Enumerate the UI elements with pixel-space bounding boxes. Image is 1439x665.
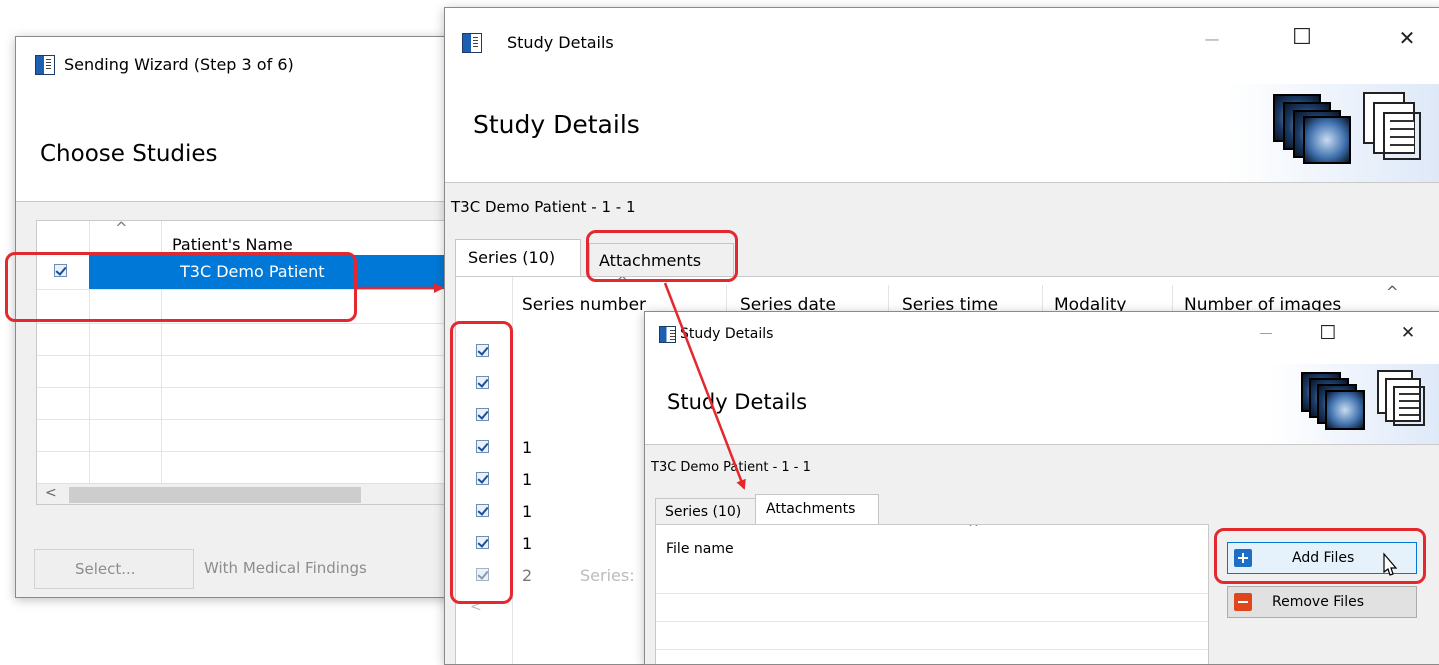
attachments-titlebar: Study Details — ☐ ✕: [645, 312, 1439, 364]
maximize-button[interactable]: ☐: [1315, 322, 1341, 344]
app-icon: [35, 55, 55, 75]
scroll-left-icon[interactable]: <: [45, 485, 57, 501]
select-button[interactable]: Select...: [34, 549, 194, 589]
documents-icon: [1377, 370, 1433, 432]
tab-series-label: Series (10): [468, 248, 556, 267]
details-page-title: Study Details: [473, 110, 640, 139]
series-number: 1: [522, 502, 533, 521]
column-series-number[interactable]: Series number: [522, 295, 646, 315]
attachments-page-title: Study Details: [667, 390, 808, 414]
remove-files-button[interactable]: Remove Files: [1227, 586, 1417, 618]
sort-indicator: ^: [115, 220, 128, 237]
app-icon: [462, 33, 482, 53]
minus-icon: [1234, 593, 1252, 611]
attachments-window-title: Study Details: [680, 326, 774, 342]
details-header: Study Details: [445, 84, 1439, 183]
attachments-patient-line: T3C Demo Patient - 1 - 1: [651, 460, 811, 475]
documents-icon: [1363, 92, 1429, 166]
column-file-name[interactable]: File name: [666, 541, 734, 557]
remove-files-label: Remove Files: [1272, 594, 1364, 610]
select-button-label: Select...: [75, 560, 136, 578]
highlight-series-checkboxes: [450, 321, 513, 604]
highlight-selected-study: [5, 252, 357, 322]
close-button[interactable]: ✕: [1395, 323, 1421, 343]
minimize-button[interactable]: —: [1197, 30, 1227, 48]
series-number: 2: [522, 566, 533, 585]
horizontal-scrollbar[interactable]: <: [37, 483, 456, 504]
sort-indicator: ^: [968, 524, 979, 536]
series-number: 1: [522, 438, 533, 457]
scroll-up-icon[interactable]: ^: [1386, 283, 1399, 301]
details-patient-line: T3C Demo Patient - 1 - 1: [451, 198, 636, 216]
tab-attachments[interactable]: Attachments: [755, 494, 879, 527]
wizard-titlebar: Sending Wizard (Step 3 of 6): [16, 37, 456, 107]
details-window-title: Study Details: [507, 33, 614, 52]
highlight-attachments-tab: [586, 230, 738, 282]
tab-series-label: Series (10): [665, 504, 742, 520]
tab-series[interactable]: Series (10): [655, 498, 757, 527]
highlight-add-files: [1214, 528, 1426, 584]
wizard-header: Choose Studies: [16, 107, 456, 202]
wizard-page-title: Choose Studies: [40, 141, 218, 167]
attachments-window: Study Details — ☐ ✕ Study Details T3C De…: [644, 311, 1439, 665]
app-icon: [659, 326, 676, 343]
tab-series[interactable]: Series (10): [455, 239, 581, 280]
tab-attachments-label: Attachments: [766, 501, 856, 517]
series-number: 1: [522, 470, 533, 489]
attachments-grid[interactable]: ^ File name: [655, 524, 1209, 664]
attachments-header: Study Details: [645, 364, 1439, 445]
minimize-button[interactable]: —: [1253, 326, 1279, 341]
with-medical-findings-label: With Medical Findings: [204, 559, 367, 577]
series-number: 1: [522, 534, 533, 553]
series-hidden-text: Series:: [580, 566, 635, 585]
details-titlebar: Study Details — ☐ ✕: [445, 8, 1439, 84]
maximize-button[interactable]: ☐: [1287, 25, 1317, 50]
scrollbar-thumb[interactable]: [69, 487, 361, 503]
scan-stack-icon: [1273, 94, 1355, 164]
scan-stack-icon: [1301, 372, 1367, 430]
close-button[interactable]: ✕: [1392, 26, 1422, 50]
wizard-title: Sending Wizard (Step 3 of 6): [64, 55, 294, 74]
